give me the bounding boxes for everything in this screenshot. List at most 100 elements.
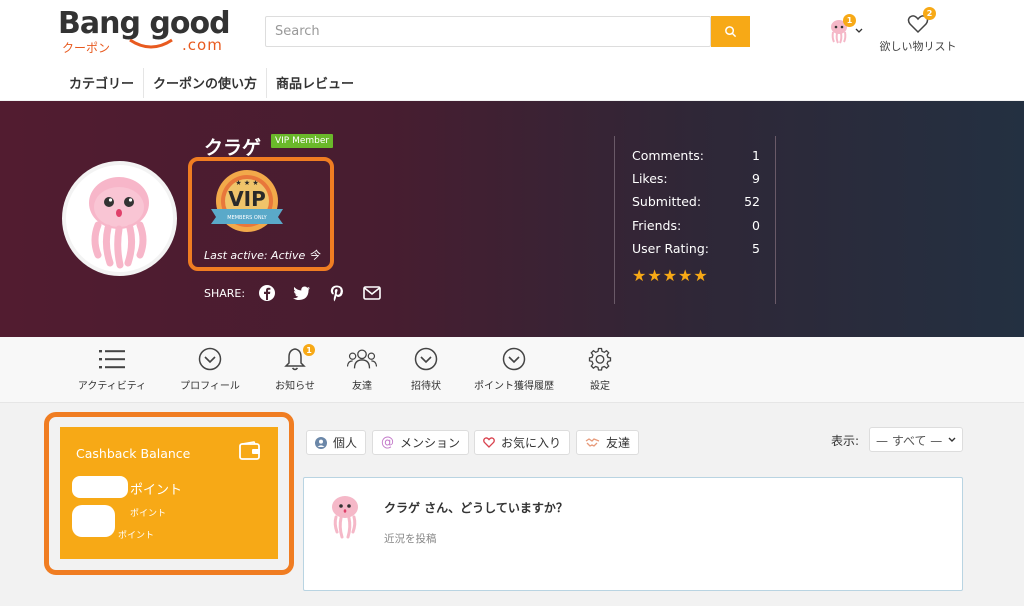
last-active-text: Last active: Active 今 [204,249,320,262]
stat-value: 9 [752,171,760,186]
tab-label: 招待状 [411,381,441,392]
svg-text:★ ★ ★: ★ ★ ★ [235,179,258,187]
redacted-sub-values [72,505,115,537]
status-post-box: クラゲ さん、どうしていますか？ 近況を投稿 [303,477,963,591]
tab-profile[interactable]: プロフィール [176,345,244,392]
nav-item-coupon-guide[interactable]: クーポンの使い方 [144,68,268,98]
chevron-down-icon [855,28,863,33]
tab-label: アクティビティ [77,381,147,392]
search-button[interactable] [711,16,750,47]
nav-item-category[interactable]: カテゴリー [60,68,145,98]
wallet-icon [239,441,260,460]
share-label: SHARE: [204,286,246,300]
cashback-title: Cashback Balance [76,446,191,461]
wishlist-label: 欲しい物リスト [879,40,957,53]
tab-label: お知らせ [275,381,315,392]
mail-icon[interactable] [361,283,383,303]
tab-label: 友達 [352,381,372,392]
show-select-value: — すべて — [876,434,943,448]
user-stats-panel: Comments: 1 Likes: 9 Submitted: 52 Frien… [614,136,776,304]
tab-activity[interactable]: アクティビティ [76,345,148,392]
chevron-down-icon [948,437,956,442]
stat-likes: Likes: 9 [632,171,760,186]
tab-label: プロフィール [180,381,240,392]
tab-friends[interactable]: 友達 [344,345,380,392]
cashback-sub-label: ポイント [130,509,167,519]
at-icon: @ [381,435,394,450]
filter-label: メンション [400,436,461,450]
handshake-icon [585,437,600,448]
filter-personal-button[interactable]: 個人 [306,430,367,455]
logo-coupon-text: クーポン [62,41,111,55]
stat-value: 52 [744,194,760,209]
search-input[interactable] [265,16,711,47]
jellyfish-avatar-icon [332,496,358,539]
user-menu[interactable]: 1 [828,14,866,44]
filter-label: 個人 [333,436,358,450]
stat-user-rating: User Rating: 5 [632,241,760,256]
filter-label: 友達 [606,436,631,450]
main-nav: カテゴリー クーポンの使い方 商品レビュー [60,68,363,98]
banggood-logo[interactable]: Bang good クーポン .com [58,6,233,56]
redacted-points-value [72,476,128,498]
filter-label: お気に入り [501,436,562,450]
tab-settings[interactable]: 設定 [584,345,616,392]
user-badge: 1 [843,14,856,27]
vip-badge-text: VIP [228,187,266,211]
tab-invitations[interactable]: 招待状 [408,345,444,392]
site-header: Bang good クーポン .com 1 2 欲しい物リスト カテゴリー [0,0,1024,100]
bell-icon: 1 [280,344,315,373]
stat-value: 5 [752,241,760,256]
stat-label: Submitted: [632,194,702,209]
profile-tabs: アクティビティ プロフィール 1 お知らせ 友達 招待状 ポイント獲得履歴 設定 [0,337,1024,403]
stat-submitted: Submitted: 52 [632,194,760,209]
facebook-icon[interactable] [256,283,278,303]
show-filter-select[interactable]: — すべて — [869,427,963,452]
stat-comments: Comments: 1 [632,148,760,163]
share-row: SHARE: [204,283,396,303]
nav-item-reviews[interactable]: 商品レビュー [267,68,363,98]
stat-label: Friends: [632,218,682,233]
wishlist-link[interactable]: 2 欲しい物リスト [878,7,958,54]
filter-friends-button[interactable]: 友達 [576,430,640,455]
notification-badge: 1 [303,344,315,356]
tab-notifications[interactable]: 1 お知らせ [270,344,320,392]
vip-badge-subtext: MEMBERS ONLY [227,215,267,221]
tab-points-history[interactable]: ポイント獲得履歴 [472,345,556,392]
logo-com-text: .com [182,36,223,54]
chevron-circle-icon [411,345,441,373]
stat-value: 1 [752,148,760,163]
vip-badge-icon: VIP MEMBERS ONLY ★ ★ ★ [211,170,283,232]
stat-friends: Friends: 0 [632,218,760,233]
stat-label: Likes: [632,171,668,186]
heart-icon [483,437,495,448]
cashback-sub-label: ポイント [118,531,155,541]
filter-favorites-button[interactable]: お気に入り [474,430,571,455]
cashback-card[interactable]: Cashback Balance ポイント ポイント ポイント [60,427,278,559]
profile-avatar [62,161,177,276]
cashback-points-label: ポイント [130,483,183,498]
stat-label: User Rating: [632,241,709,256]
tab-label: 設定 [590,381,610,392]
tab-label: ポイント獲得履歴 [474,381,554,392]
jellyfish-avatar-icon [89,177,149,269]
status-input[interactable]: 近況を投稿 [384,531,437,546]
post-prompt-question: クラゲ さん、どうしていますか？ [384,501,568,515]
stat-label: Comments: [632,148,704,163]
users-icon [347,345,377,373]
show-label: 表示: [831,434,860,448]
stat-value: 0 [752,218,760,233]
user-icon [315,436,327,449]
list-icon [97,345,127,373]
profile-name: クラゲ [204,137,262,159]
filter-mentions-button[interactable]: @ メンション [372,430,470,455]
twitter-icon[interactable] [291,283,313,303]
chevron-circle-icon [499,345,529,373]
pinterest-icon[interactable] [326,283,348,303]
logo-smile-icon [129,38,173,49]
wishlist-badge: 2 [923,7,936,20]
vip-member-tag: VIP Member [271,134,334,148]
search-icon [725,26,737,38]
chevron-circle-icon [195,345,225,373]
rating-stars: ★★★★★ [632,266,709,285]
